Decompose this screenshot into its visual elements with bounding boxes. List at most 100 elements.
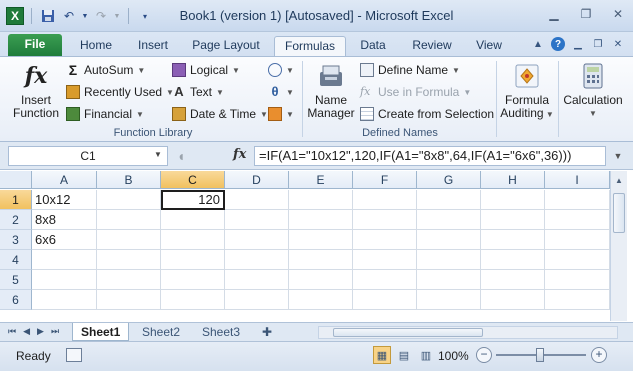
select-all-button[interactable] bbox=[0, 171, 32, 189]
row-header[interactable]: 1 bbox=[0, 190, 32, 210]
cell-f6[interactable] bbox=[353, 290, 417, 310]
cell-i3[interactable] bbox=[545, 230, 610, 250]
cell-h1[interactable] bbox=[481, 190, 545, 210]
column-header[interactable]: E bbox=[289, 171, 353, 189]
column-header[interactable]: G bbox=[417, 171, 481, 189]
calculation-button[interactable]: Calculation ▼ bbox=[560, 61, 626, 120]
cell-b3[interactable] bbox=[97, 230, 161, 250]
cell-d4[interactable] bbox=[225, 250, 289, 270]
save-icon[interactable] bbox=[39, 7, 57, 25]
sheet-tab-sheet3[interactable]: Sheet3 bbox=[194, 323, 248, 341]
date-time-button[interactable]: Date & Time ▼ bbox=[172, 104, 268, 124]
cell-c6[interactable] bbox=[161, 290, 225, 310]
cell-h2[interactable] bbox=[481, 210, 545, 230]
cell-e3[interactable] bbox=[289, 230, 353, 250]
cell-c1[interactable]: 120 bbox=[161, 190, 225, 210]
cell-e5[interactable] bbox=[289, 270, 353, 290]
cell-h3[interactable] bbox=[481, 230, 545, 250]
cell-d3[interactable] bbox=[225, 230, 289, 250]
first-sheet-icon[interactable]: ⏮ bbox=[8, 326, 16, 337]
cell-b2[interactable] bbox=[97, 210, 161, 230]
logical-button[interactable]: Logical ▼ bbox=[172, 60, 240, 80]
column-header[interactable]: C bbox=[161, 171, 225, 189]
cell-i2[interactable] bbox=[545, 210, 610, 230]
cell-f3[interactable] bbox=[353, 230, 417, 250]
cell-c4[interactable] bbox=[161, 250, 225, 270]
tab-review[interactable]: Review bbox=[404, 36, 460, 56]
cell-d2[interactable] bbox=[225, 210, 289, 230]
page-layout-view-icon[interactable]: ▤ bbox=[395, 346, 413, 364]
close-icon[interactable]: ✕ bbox=[609, 6, 627, 22]
zoom-out-button[interactable]: − bbox=[476, 347, 492, 363]
zoom-level[interactable]: 100% bbox=[438, 349, 469, 363]
cell-d6[interactable] bbox=[225, 290, 289, 310]
workbook-minimize-icon[interactable]: ▁ bbox=[571, 37, 585, 51]
math-trig-button[interactable]: θ ▼ bbox=[268, 82, 293, 102]
tab-view[interactable]: View bbox=[468, 36, 510, 56]
column-header[interactable]: A bbox=[32, 171, 97, 189]
tab-page-layout[interactable]: Page Layout bbox=[186, 36, 266, 56]
cell-a5[interactable] bbox=[32, 270, 97, 290]
define-name-button[interactable]: Define Name ▼ bbox=[360, 60, 460, 80]
cell-d1[interactable] bbox=[225, 190, 289, 210]
column-header[interactable]: B bbox=[97, 171, 161, 189]
cell-g4[interactable] bbox=[417, 250, 481, 270]
redo-icon[interactable]: ↷ bbox=[92, 7, 110, 25]
vertical-scrollbar[interactable]: ▲ bbox=[610, 171, 627, 321]
redo-dropdown-icon[interactable]: ▼ bbox=[113, 7, 121, 25]
zoom-slider-handle[interactable] bbox=[536, 348, 544, 362]
horizontal-scroll-thumb[interactable] bbox=[333, 328, 483, 337]
text-button[interactable]: A Text ▼ bbox=[172, 82, 224, 102]
more-functions-button[interactable]: ▼ bbox=[268, 104, 294, 124]
name-manager-button[interactable]: Name Manager bbox=[306, 61, 356, 120]
cell-f2[interactable] bbox=[353, 210, 417, 230]
row-header[interactable]: 5 bbox=[0, 270, 32, 290]
insert-sheet-icon[interactable]: ✚ bbox=[254, 323, 280, 341]
insert-function-fx-icon[interactable]: fx bbox=[233, 147, 246, 162]
cell-i1[interactable] bbox=[545, 190, 610, 210]
cell-h6[interactable] bbox=[481, 290, 545, 310]
cell-a3[interactable]: 6x6 bbox=[32, 230, 97, 250]
macro-record-icon[interactable] bbox=[66, 348, 82, 362]
next-sheet-icon[interactable]: ▶ bbox=[37, 326, 44, 337]
cell-g1[interactable] bbox=[417, 190, 481, 210]
create-from-selection-button[interactable]: Create from Selection bbox=[360, 104, 494, 124]
workbook-close-icon[interactable]: ✕ bbox=[611, 37, 625, 51]
page-break-view-icon[interactable]: ▥ bbox=[417, 346, 435, 364]
cell-h4[interactable] bbox=[481, 250, 545, 270]
tab-file[interactable]: File bbox=[8, 34, 62, 56]
excel-logo-icon[interactable]: X bbox=[6, 7, 24, 25]
sheet-tab-sheet1[interactable]: Sheet1 bbox=[72, 323, 130, 341]
cell-c2[interactable] bbox=[161, 210, 225, 230]
expand-formula-bar-icon[interactable]: ▼ bbox=[610, 146, 626, 166]
cell-g5[interactable] bbox=[417, 270, 481, 290]
cell-i5[interactable] bbox=[545, 270, 610, 290]
row-header[interactable]: 2 bbox=[0, 210, 32, 230]
name-box-dropdown-icon[interactable]: ▼ bbox=[154, 150, 162, 159]
name-box[interactable]: C1 bbox=[8, 146, 168, 166]
cell-b5[interactable] bbox=[97, 270, 161, 290]
cell-a1[interactable]: 10x12 bbox=[32, 190, 97, 210]
minimize-icon[interactable]: ▁ bbox=[545, 6, 563, 22]
cell-d5[interactable] bbox=[225, 270, 289, 290]
help-icon[interactable]: ? bbox=[551, 37, 565, 51]
restore-icon[interactable]: ❐ bbox=[577, 6, 595, 22]
row-header[interactable]: 3 bbox=[0, 230, 32, 250]
cell-a4[interactable] bbox=[32, 250, 97, 270]
tab-data[interactable]: Data bbox=[352, 36, 394, 56]
formula-bar-resize-icon[interactable]: ◖ bbox=[170, 146, 192, 166]
tab-formulas[interactable]: Formulas bbox=[274, 36, 346, 56]
cell-b4[interactable] bbox=[97, 250, 161, 270]
cell-c3[interactable] bbox=[161, 230, 225, 250]
column-header[interactable]: I bbox=[545, 171, 610, 189]
cell-h5[interactable] bbox=[481, 270, 545, 290]
financial-button[interactable]: Financial ▼ bbox=[66, 104, 144, 124]
tab-insert[interactable]: Insert bbox=[128, 36, 178, 56]
last-sheet-icon[interactable]: ⏭ bbox=[51, 326, 59, 337]
undo-icon[interactable]: ↶ bbox=[60, 7, 78, 25]
cell-a6[interactable] bbox=[32, 290, 97, 310]
autosum-button[interactable]: Σ AutoSum ▼ bbox=[66, 60, 145, 80]
cell-e1[interactable] bbox=[289, 190, 353, 210]
row-header[interactable]: 4 bbox=[0, 250, 32, 270]
cell-e2[interactable] bbox=[289, 210, 353, 230]
